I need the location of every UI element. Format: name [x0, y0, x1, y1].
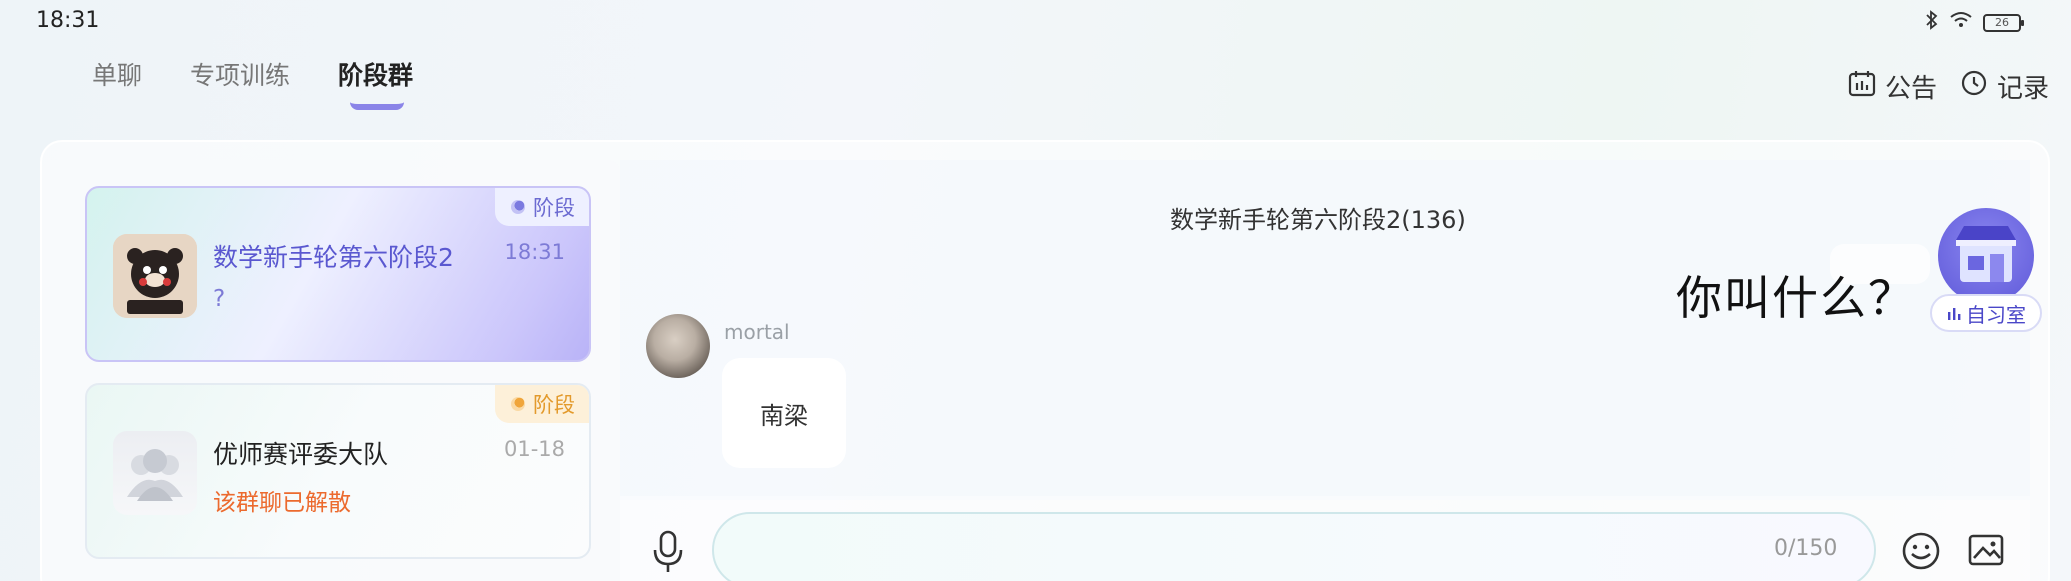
- mic-icon[interactable]: [650, 530, 686, 574]
- floating-message: 你叫什么？: [1676, 271, 1916, 325]
- message-text: 南梁: [760, 401, 808, 430]
- active-tab-indicator: [350, 102, 405, 110]
- bluetooth-icon: [1925, 10, 1939, 35]
- group-card-judges[interactable]: 阶段 优师赛评委大队 01-18 该群聊已解散: [85, 383, 591, 559]
- stage-badge: 阶段: [495, 385, 589, 423]
- status-bar: 18:31 26: [0, 0, 2071, 44]
- calendar-icon: [1847, 68, 1877, 105]
- stage-badge-label: 阶段: [533, 393, 575, 417]
- announcement-button[interactable]: 公告: [1847, 68, 1937, 105]
- status-time: 18:31: [36, 8, 100, 33]
- battery-icon: 26: [1983, 13, 2024, 32]
- study-room-label: 自习室: [1930, 294, 2042, 332]
- study-room-button[interactable]: 自习室: [1930, 208, 2042, 332]
- group-time: 01-18: [503, 437, 565, 461]
- chat-title: 数学新手轮第六阶段2(136): [1170, 206, 1466, 234]
- study-room-text: 自习室: [1966, 302, 2026, 327]
- group-last-message: ?: [213, 286, 226, 312]
- emoji-icon[interactable]: [1900, 530, 1942, 572]
- tab-stage-group[interactable]: 阶段群: [338, 56, 414, 110]
- stage-badge: 阶段: [495, 188, 589, 226]
- wifi-icon: [1949, 11, 1973, 34]
- stage-badge-label: 阶段: [533, 196, 575, 220]
- image-icon[interactable]: [1966, 530, 2006, 570]
- study-room-icon: [1938, 208, 2034, 304]
- group-card-math-stage[interactable]: 阶段 数学新手轮第六阶段2 18:31 ?: [85, 186, 591, 362]
- sender-avatar[interactable]: [646, 314, 710, 378]
- sender-name: mortal: [724, 320, 790, 344]
- group-time: 18:31: [504, 240, 565, 264]
- record-label: 记录: [1996, 74, 2049, 104]
- tab-single-chat[interactable]: 单聊: [92, 56, 142, 92]
- group-name: 优师赛评委大队: [213, 440, 389, 469]
- stage-dot-icon: [511, 200, 525, 214]
- top-actions: 公告 记录: [1847, 68, 2049, 105]
- group-dissolved-status: 该群聊已解散: [213, 490, 351, 516]
- message-bubble[interactable]: 南梁: [722, 358, 846, 468]
- message-input[interactable]: [712, 512, 1876, 581]
- group-avatar: [113, 234, 197, 318]
- tab-special-training[interactable]: 专项训练: [190, 56, 290, 92]
- stage-dot-icon: [511, 397, 525, 411]
- tab-stage-group-label: 阶段群: [338, 61, 414, 90]
- top-tabs: 单聊 专项训练 阶段群: [92, 56, 414, 110]
- clock-icon: [1959, 68, 1989, 105]
- group-name: 数学新手轮第六阶段2: [213, 243, 454, 272]
- bars-icon: [1948, 308, 1961, 320]
- status-icons: 26: [1925, 10, 2024, 35]
- record-button[interactable]: 记录: [1959, 68, 2049, 105]
- char-count: 0/150: [1774, 536, 1838, 561]
- announcement-label: 公告: [1884, 74, 1937, 104]
- group-default-avatar: [113, 431, 197, 515]
